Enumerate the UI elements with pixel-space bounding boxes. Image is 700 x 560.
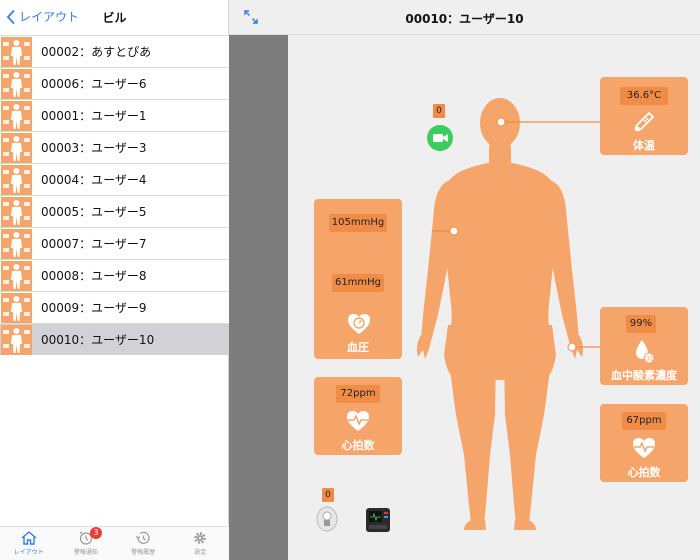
home-icon (21, 531, 37, 545)
user-list-item-label: 00004：ユーザー4 (41, 173, 147, 187)
user-thumbnail (1, 68, 32, 99)
detail-panel: 00010：ユーザー10 0 36.6°C 体温 105mmHg 61mmHg … (229, 0, 700, 560)
page-title: 00010：ユーザー10 (405, 12, 524, 26)
user-list: 00002：あすとぴあ 00006：ユーザー6 00001：ユーザー1 00003：ユ… (0, 35, 229, 355)
sidebar: レイアウト ビル 00002：あすとぴあ 00006：ユーザー6 00001：ユーザ… (0, 0, 229, 560)
spo2-label: 血中酸素濃度 (611, 369, 677, 382)
user-list-item-label: 00006：ユーザー6 (41, 77, 147, 91)
tab-layout[interactable]: レイアウト (0, 527, 57, 560)
user-list-item[interactable]: 00003：ユーザー3 (0, 131, 229, 163)
user-list-item-label: 00003：ユーザー3 (41, 141, 147, 155)
heart-pulse-icon (633, 438, 655, 458)
user-list-item[interactable]: 00010：ユーザー10 (0, 323, 229, 355)
user-thumbnail (1, 260, 32, 291)
blood-pressure-label: 血圧 (347, 341, 369, 354)
user-list-item-label: 00002：あすとぴあ (41, 45, 152, 59)
diastolic-value: 61mmHg (332, 274, 384, 292)
pulse-left-value: 72ppm (336, 385, 380, 403)
tab-settings[interactable]: 設定 (172, 527, 229, 560)
spo2-card[interactable]: 99% O2 血中酸素濃度 (600, 307, 688, 385)
thermometer-icon (634, 111, 655, 132)
bulb-sensor-icon[interactable] (315, 505, 339, 533)
user-list-item[interactable]: 00009：ユーザー9 (0, 291, 229, 323)
heart-gauge-icon (348, 314, 370, 334)
user-list-item[interactable]: 00007：ユーザー7 (0, 227, 229, 259)
heart-pulse-icon (347, 411, 369, 431)
user-list-item-label: 00010：ユーザー10 (41, 333, 155, 347)
spo2-value: 99% (626, 315, 656, 333)
tab-alarm-notice[interactable]: 3 警報通知 (57, 527, 114, 560)
user-list-item-label: 00001：ユーザー1 (41, 109, 147, 123)
pulse-card-right[interactable]: 67ppm 心拍数 (600, 404, 688, 482)
user-thumbnail (1, 292, 32, 323)
user-list-item-label: 00008：ユーザー8 (41, 269, 147, 283)
gear-icon (194, 532, 207, 544)
user-list-item-label: 00007：ユーザー7 (41, 237, 147, 251)
video-camera-icon[interactable] (427, 125, 453, 151)
user-list-item[interactable]: 00002：あすとぴあ (0, 35, 229, 67)
sensor-count: 0 (322, 488, 334, 502)
tab-alarm-history[interactable]: 警報履歴 (115, 527, 172, 560)
side-strip (229, 35, 288, 560)
user-thumbnail (1, 164, 32, 195)
user-list-item-label: 00009：ユーザー9 (41, 301, 147, 315)
oxygen-drop-icon: O2 (636, 340, 655, 364)
pulse-card-left[interactable]: 72ppm 心拍数 (314, 377, 402, 455)
temperature-card[interactable]: 36.6°C 体温 (600, 77, 688, 155)
user-list-item-label: 00005：ユーザー5 (41, 205, 147, 219)
user-thumbnail (1, 228, 32, 259)
blood-pressure-card[interactable]: 105mmHg 61mmHg 血圧 (314, 199, 402, 359)
pulse-right-label: 心拍数 (627, 466, 661, 479)
systolic-value: 105mmHg (329, 214, 387, 232)
pulse-left-label: 心拍数 (341, 439, 375, 452)
user-thumbnail (1, 196, 32, 227)
user-list-item[interactable]: 00004：ユーザー4 (0, 163, 229, 195)
detail-header: 00010：ユーザー10 (229, 0, 700, 35)
tab-bar: レイアウト 3 警報通知 警報履歴 設定 (0, 526, 229, 560)
user-list-item[interactable]: 00005：ユーザー5 (0, 195, 229, 227)
pulse-right-value: 67ppm (622, 412, 666, 430)
sidebar-header: レイアウト ビル (0, 0, 229, 35)
monitor-device-icon[interactable] (363, 505, 393, 535)
user-thumbnail (1, 132, 32, 163)
sidebar-title: ビル (102, 11, 127, 25)
user-thumbnail (1, 100, 32, 131)
temperature-value: 36.6°C (620, 87, 668, 105)
user-thumbnail (1, 324, 32, 355)
history-icon (136, 531, 150, 544)
camera-count: 0 (433, 104, 445, 118)
body-map: 0 36.6°C 体温 105mmHg 61mmHg 血圧 72ppm 心拍数 … (288, 35, 700, 560)
user-thumbnail (1, 36, 32, 67)
temperature-label: 体温 (633, 139, 655, 152)
user-list-item[interactable]: 00006：ユーザー6 (0, 67, 229, 99)
user-list-item[interactable]: 00008：ユーザー8 (0, 259, 229, 291)
alarm-badge: 3 (89, 527, 102, 539)
svg-text:O2: O2 (645, 356, 654, 363)
user-list-item[interactable]: 00001：ユーザー1 (0, 99, 229, 131)
